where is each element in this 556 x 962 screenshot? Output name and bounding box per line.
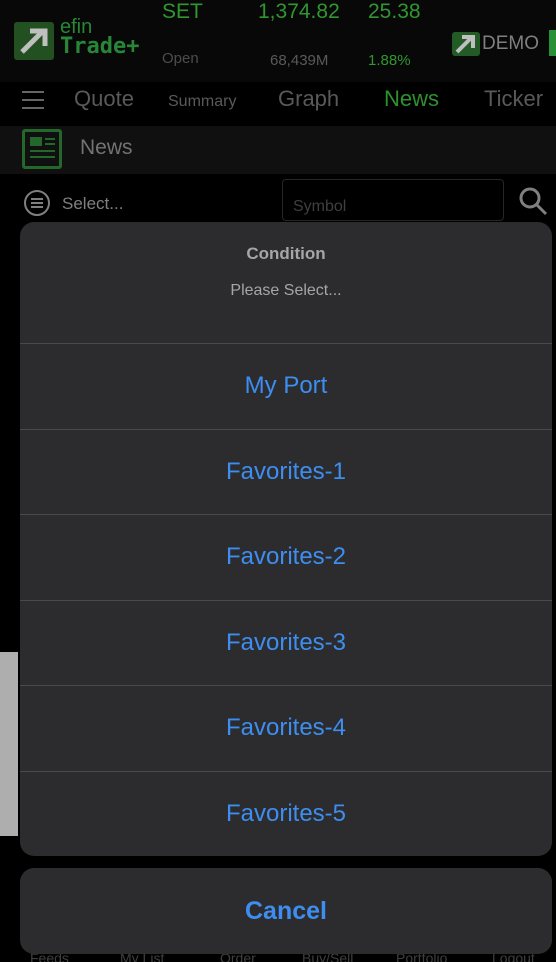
action-sheet-message: Please Select... [230, 282, 342, 299]
cancel-button[interactable]: Cancel [20, 868, 552, 954]
option-favorites-2[interactable]: Favorites-2 [20, 515, 552, 601]
option-favorites-1[interactable]: Favorites-1 [20, 430, 552, 515]
action-sheet-title: Condition [246, 244, 326, 263]
option-favorites-4[interactable]: Favorites-4 [20, 686, 552, 772]
option-favorites-5[interactable]: Favorites-5 [20, 772, 552, 857]
option-my-port[interactable]: My Port [20, 344, 552, 430]
option-favorites-3[interactable]: Favorites-3 [20, 601, 552, 686]
action-sheet-header: Condition Please Select... [20, 222, 552, 344]
condition-action-sheet: Condition Please Select... My Port Favor… [20, 222, 552, 856]
